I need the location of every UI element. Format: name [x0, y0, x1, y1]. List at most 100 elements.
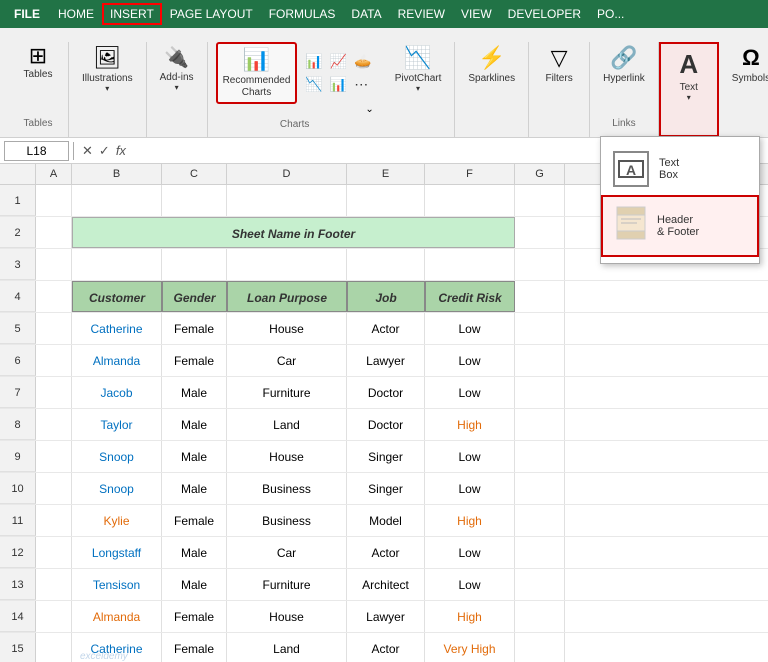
r9-a[interactable] — [36, 441, 72, 472]
r2-g[interactable] — [515, 217, 565, 248]
line-chart-btn[interactable]: 📈 — [328, 51, 349, 72]
r12-a[interactable] — [36, 537, 72, 568]
r1-b[interactable] — [72, 185, 162, 216]
r12-g[interactable] — [515, 537, 565, 568]
r3-e[interactable] — [347, 249, 425, 280]
r4-gender[interactable]: Gender — [162, 281, 227, 312]
r15-g[interactable] — [515, 633, 565, 662]
symbols-btn[interactable]: Ω Symbols — [727, 42, 768, 87]
menu-data[interactable]: DATA — [343, 3, 389, 25]
sparklines-btn[interactable]: ⚡ Sparklines — [463, 42, 520, 87]
r3-d[interactable] — [227, 249, 347, 280]
r4-job[interactable]: Job — [347, 281, 425, 312]
r13-risk[interactable]: Low — [425, 569, 515, 600]
scatter-chart-btn[interactable]: 📉 — [303, 74, 324, 95]
r7-a[interactable] — [36, 377, 72, 408]
r14-gender[interactable]: Female — [162, 601, 227, 632]
menu-review[interactable]: REVIEW — [390, 3, 453, 25]
r11-gender[interactable]: Female — [162, 505, 227, 536]
menu-formulas[interactable]: FORMULAS — [261, 3, 344, 25]
r7-loan[interactable]: Furniture — [227, 377, 347, 408]
menu-file[interactable]: FILE — [4, 3, 50, 25]
r13-g[interactable] — [515, 569, 565, 600]
ribbon-illustrations-btn[interactable]: 🖼 Illustrations ▾ — [77, 42, 138, 96]
r15-job[interactable]: Actor — [347, 633, 425, 662]
r9-risk[interactable]: Low — [425, 441, 515, 472]
r10-customer[interactable]: Snoop — [72, 473, 162, 504]
r14-g[interactable] — [515, 601, 565, 632]
r7-customer[interactable]: Jacob — [72, 377, 162, 408]
r11-risk[interactable]: High — [425, 505, 515, 536]
r8-customer[interactable]: Taylor — [72, 409, 162, 440]
r10-gender[interactable]: Male — [162, 473, 227, 504]
area-chart-btn[interactable]: 📊 — [328, 74, 349, 95]
cancel-icon[interactable]: ✕ — [82, 143, 93, 159]
r6-customer[interactable]: Almanda — [72, 345, 162, 376]
filters-btn[interactable]: ▽ Filters — [537, 42, 581, 87]
r8-gender[interactable]: Male — [162, 409, 227, 440]
r13-gender[interactable]: Male — [162, 569, 227, 600]
r14-customer[interactable]: Almanda — [72, 601, 162, 632]
r11-job[interactable]: Model — [347, 505, 425, 536]
r1-f[interactable] — [425, 185, 515, 216]
r3-c[interactable] — [162, 249, 227, 280]
r14-risk[interactable]: High — [425, 601, 515, 632]
r8-a[interactable] — [36, 409, 72, 440]
charts-expand-icon[interactable]: ⌄ — [365, 104, 373, 115]
bar-chart-btn[interactable]: 📊 — [303, 51, 324, 72]
r10-job[interactable]: Singer — [347, 473, 425, 504]
col-header-e[interactable]: E — [347, 164, 425, 184]
r1-g[interactable] — [515, 185, 565, 216]
menu-home[interactable]: HOME — [50, 3, 102, 25]
r9-job[interactable]: Singer — [347, 441, 425, 472]
r11-customer[interactable]: Kylie — [72, 505, 162, 536]
r3-g[interactable] — [515, 249, 565, 280]
r6-risk[interactable]: Low — [425, 345, 515, 376]
menu-insert[interactable]: INSERT — [102, 3, 162, 25]
menu-pagelayout[interactable]: PAGE LAYOUT — [162, 3, 261, 25]
r2-a[interactable] — [36, 217, 72, 248]
menu-more[interactable]: PO... — [589, 3, 632, 25]
r8-g[interactable] — [515, 409, 565, 440]
r3-a[interactable] — [36, 249, 72, 280]
r5-risk[interactable]: Low — [425, 313, 515, 344]
r15-gender[interactable]: Female — [162, 633, 227, 662]
r4-customer[interactable]: Customer — [72, 281, 162, 312]
ribbon-addins-btn[interactable]: 🔌 Add-ins ▾ — [155, 42, 199, 95]
menu-developer[interactable]: DEVELOPER — [500, 3, 589, 25]
r5-g[interactable] — [515, 313, 565, 344]
r9-customer[interactable]: Snoop — [72, 441, 162, 472]
r3-f[interactable] — [425, 249, 515, 280]
col-header-b[interactable]: B — [72, 164, 162, 184]
r6-loan[interactable]: Car — [227, 345, 347, 376]
r5-loan[interactable]: House — [227, 313, 347, 344]
r14-a[interactable] — [36, 601, 72, 632]
r11-g[interactable] — [515, 505, 565, 536]
r10-loan[interactable]: Business — [227, 473, 347, 504]
pie-chart-btn[interactable]: 🥧 — [352, 51, 373, 72]
r8-risk[interactable]: High — [425, 409, 515, 440]
menu-view[interactable]: VIEW — [453, 3, 500, 25]
r15-customer[interactable]: Catherine — [72, 633, 162, 662]
r9-g[interactable] — [515, 441, 565, 472]
col-header-g[interactable]: G — [515, 164, 565, 184]
col-header-c[interactable]: C — [162, 164, 227, 184]
r1-e[interactable] — [347, 185, 425, 216]
r11-loan[interactable]: Business — [227, 505, 347, 536]
r10-g[interactable] — [515, 473, 565, 504]
cell-reference[interactable] — [4, 141, 69, 161]
r6-gender[interactable]: Female — [162, 345, 227, 376]
r8-loan[interactable]: Land — [227, 409, 347, 440]
r7-g[interactable] — [515, 377, 565, 408]
r14-loan[interactable]: House — [227, 601, 347, 632]
r4-loanpurpose[interactable]: Loan Purpose — [227, 281, 347, 312]
r1-d[interactable] — [227, 185, 347, 216]
r12-loan[interactable]: Car — [227, 537, 347, 568]
r5-gender[interactable]: Female — [162, 313, 227, 344]
pivotchart-btn[interactable]: 📉 PivotChart ▾ — [390, 42, 447, 96]
r4-creditrisk[interactable]: Credit Risk — [425, 281, 515, 312]
r6-job[interactable]: Lawyer — [347, 345, 425, 376]
r1-c[interactable] — [162, 185, 227, 216]
r12-customer[interactable]: Longstaff — [72, 537, 162, 568]
r5-customer[interactable]: Catherine — [72, 313, 162, 344]
